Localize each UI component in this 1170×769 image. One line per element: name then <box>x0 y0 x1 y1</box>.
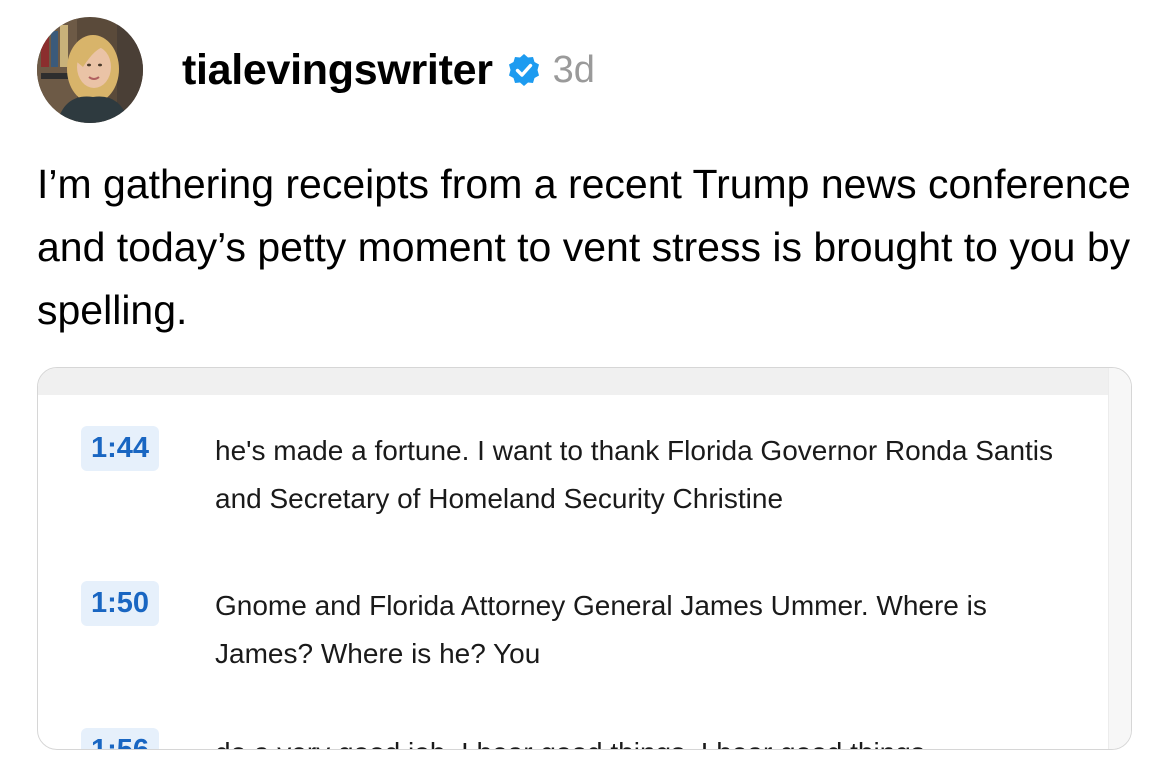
timestamp-chip[interactable]: 1:56 <box>81 728 160 749</box>
embedded-transcript-image[interactable]: 1:44 he's made a fortune. I want to than… <box>37 367 1132 750</box>
transcript-line-text: he's made a fortune. I want to thank Flo… <box>215 435 1054 514</box>
avatar[interactable] <box>37 17 143 123</box>
transcript-line-text: do a very good job. I hear good things. … <box>215 729 1085 749</box>
avatar-image <box>37 17 143 123</box>
verified-badge-icon <box>508 54 539 86</box>
post-body-text: I’m gathering receipts from a recent Tru… <box>37 161 1131 333</box>
username[interactable]: tialevingswriter <box>182 46 493 95</box>
transcript-line-text: Gnome and Florida Attorney General James… <box>215 590 987 669</box>
post-page: tialevingswriter 3d I’m gathering receip… <box>0 0 1170 769</box>
transcript-scrollbar <box>1108 368 1131 749</box>
transcript-top-bar <box>38 368 1110 395</box>
post-timestamp: 3d <box>552 48 595 91</box>
post-header: tialevingswriter 3d <box>182 40 595 100</box>
timestamp-chip[interactable]: 1:44 <box>81 426 160 471</box>
timestamp-chip[interactable]: 1:50 <box>81 581 160 626</box>
